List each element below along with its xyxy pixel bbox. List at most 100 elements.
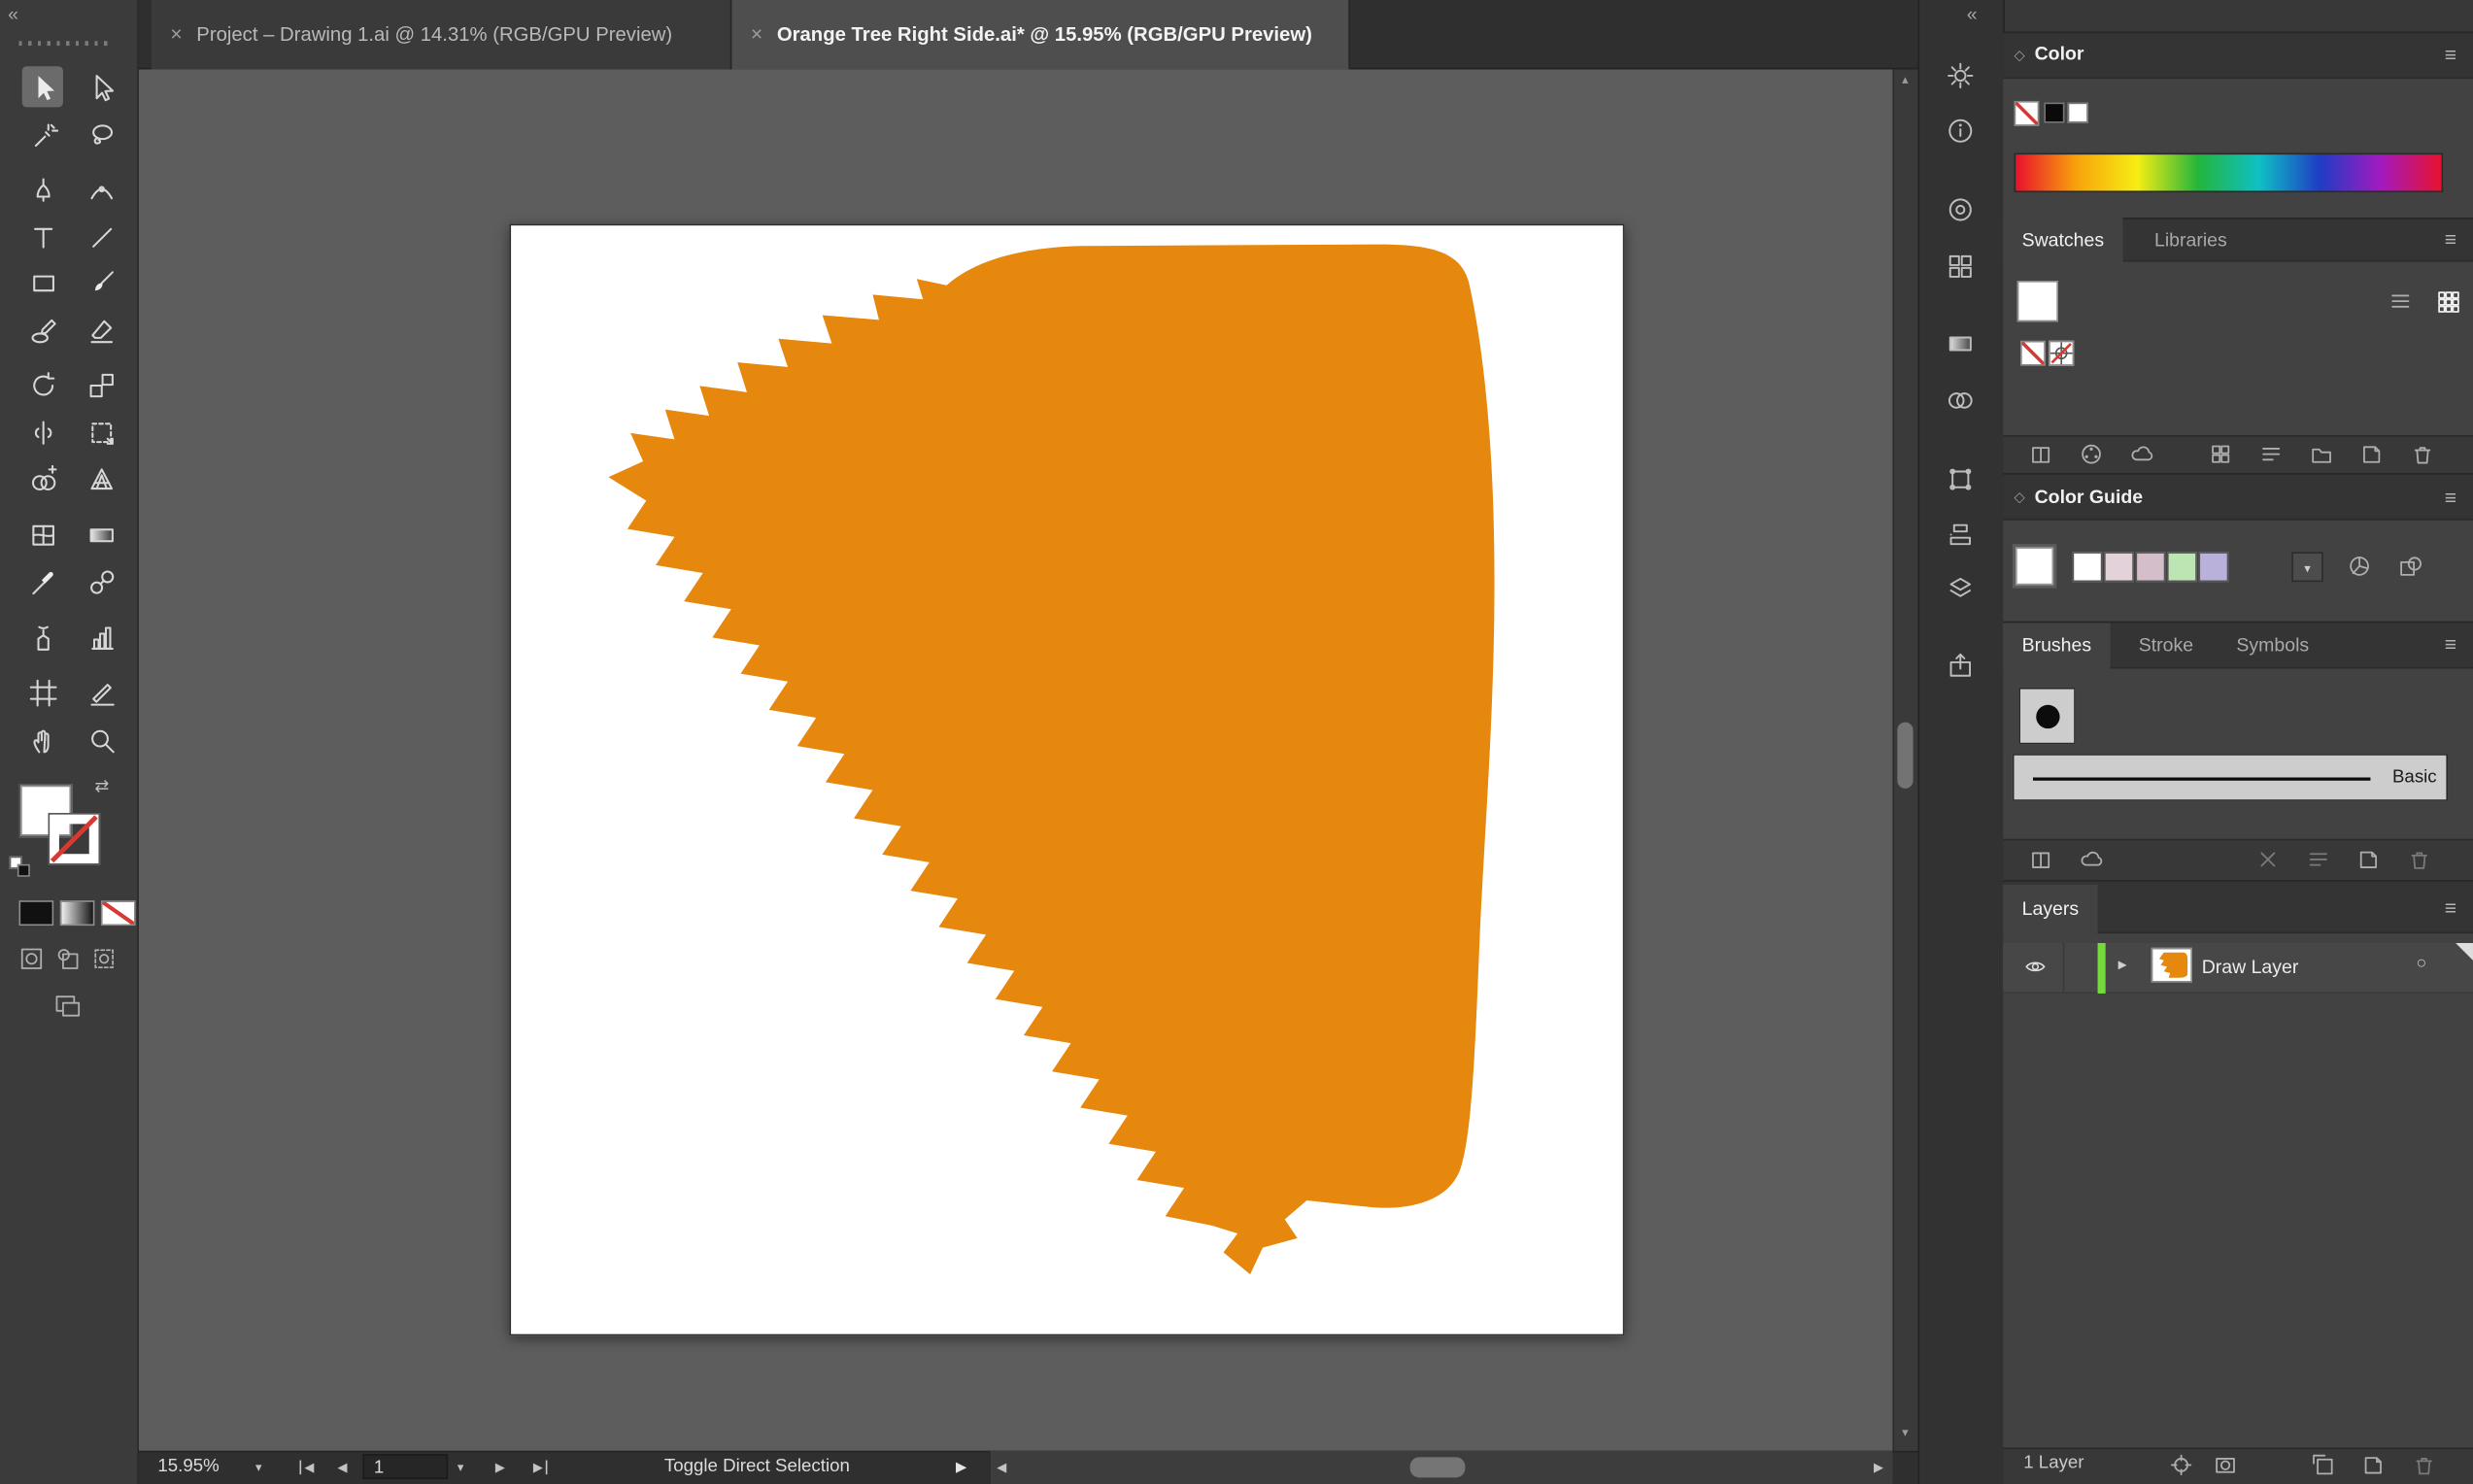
orange-tree-shape[interactable]	[511, 225, 1623, 1333]
new-sublayer-icon[interactable]	[2311, 1452, 2336, 1477]
new-swatch-icon[interactable]	[2359, 442, 2385, 467]
brush-cc-libraries-icon[interactable]	[2079, 847, 2104, 872]
draw-behind-icon[interactable]	[55, 946, 81, 971]
zoom-level[interactable]: 15.95%	[157, 1451, 219, 1484]
width-tool[interactable]	[22, 412, 63, 453]
none-mode-button[interactable]	[101, 900, 136, 926]
last-artboard-button[interactable]: ▶	[533, 1451, 551, 1484]
horizontal-scrollbar-thumb[interactable]	[1410, 1457, 1466, 1477]
direct-selection-tool[interactable]	[81, 66, 121, 107]
eyedropper-tool[interactable]	[22, 561, 63, 602]
hand-tool[interactable]	[22, 719, 63, 759]
scroll-down-icon[interactable]: ▾	[1892, 1426, 1917, 1440]
scroll-right-icon[interactable]: ▶	[1874, 1451, 1883, 1484]
line-segment-tool[interactable]	[81, 216, 121, 256]
color-none-swatch[interactable]	[2014, 101, 2039, 126]
appearance-panel-icon[interactable]	[1947, 61, 1975, 89]
swatches-panel-menu-icon[interactable]: ≡	[2445, 227, 2456, 251]
brush-libraries-icon[interactable]	[2028, 847, 2053, 872]
brush-options-icon[interactable]	[2306, 847, 2331, 872]
swatch-none[interactable]	[2020, 341, 2046, 366]
tab-stroke[interactable]: Stroke	[2119, 623, 2212, 668]
limit-color-group-icon[interactable]	[2347, 554, 2372, 579]
align-panel-icon[interactable]	[1947, 521, 1975, 549]
panel-collapse-icon[interactable]: ◇	[2014, 48, 2024, 65]
tab-layers[interactable]: Layers	[2003, 885, 2097, 933]
eraser-tool[interactable]	[81, 309, 121, 350]
color-guide-panel-menu-icon[interactable]: ≡	[2445, 486, 2456, 509]
scroll-left-icon[interactable]: ◀	[997, 1451, 1006, 1484]
brush-basic-item[interactable]: Basic	[2013, 754, 2448, 801]
remove-brush-stroke-icon[interactable]	[2255, 847, 2281, 872]
edit-colors-icon[interactable]	[2397, 554, 2422, 579]
transform-panel-icon[interactable]	[1947, 465, 1975, 493]
swap-fill-stroke-icon[interactable]: ⇄	[94, 776, 109, 796]
draw-inside-icon[interactable]	[91, 946, 117, 971]
gradient-panel-icon[interactable]	[1947, 329, 1975, 357]
swatches-list-view-icon[interactable]	[2388, 288, 2413, 314]
panel-collapse-icon[interactable]: ◇	[2014, 489, 2024, 506]
curvature-tool[interactable]	[81, 169, 121, 210]
swatches-grid-view-icon[interactable]	[2435, 288, 2460, 314]
stroke-color-swatch[interactable]	[48, 812, 101, 865]
toolbar-collapse-icon[interactable]: «	[8, 3, 18, 25]
scroll-up-icon[interactable]: ▴	[1892, 73, 1917, 87]
guide-base-color-swatch[interactable]	[2016, 547, 2053, 585]
color-spectrum-bar[interactable]	[2014, 153, 2443, 193]
layer-name-label[interactable]: Draw Layer	[2202, 956, 2299, 978]
artboard-dropdown-icon[interactable]: ▾	[457, 1451, 464, 1484]
swatch-registration[interactable]	[2049, 341, 2074, 366]
export-panel-icon[interactable]	[1947, 652, 1975, 680]
zoom-dropdown-icon[interactable]: ▾	[255, 1451, 262, 1484]
new-brush-icon[interactable]	[2356, 847, 2382, 872]
document-tab-inactive[interactable]: × Project – Drawing 1.ai @ 14.31% (RGB/G…	[152, 0, 732, 69]
rotate-tool[interactable]	[22, 364, 63, 405]
guide-swatch[interactable]	[2167, 552, 2197, 582]
symbol-sprayer-tool[interactable]	[22, 617, 63, 658]
libraries-sync-icon[interactable]	[2129, 442, 2154, 467]
tab-brushes[interactable]: Brushes	[2003, 623, 2110, 668]
tab-close-icon[interactable]: ×	[751, 0, 762, 69]
tab-symbols[interactable]: Symbols	[2218, 623, 2328, 668]
strip-expand-icon[interactable]: «	[1967, 3, 1978, 25]
selection-tool[interactable]	[22, 66, 63, 107]
guide-variations-dropdown[interactable]: ▾	[2291, 552, 2322, 582]
blend-tool[interactable]	[81, 561, 121, 602]
new-layer-icon[interactable]	[2361, 1452, 2387, 1477]
guide-swatch[interactable]	[2198, 552, 2228, 582]
swatch-kinds-icon[interactable]	[2208, 442, 2233, 467]
delete-layer-icon[interactable]	[2412, 1452, 2437, 1477]
transparency-panel-icon[interactable]	[1947, 387, 1975, 415]
paintbrush-tool[interactable]	[81, 262, 121, 303]
make-clipping-mask-icon[interactable]	[2213, 1452, 2238, 1477]
brushes-panel-menu-icon[interactable]: ≡	[2445, 632, 2456, 656]
layer-visibility-eye-icon[interactable]	[2022, 956, 2050, 978]
swatch-libraries-icon[interactable]	[2028, 442, 2053, 467]
previous-artboard-button[interactable]: ◀	[337, 1451, 347, 1484]
perspective-grid-tool[interactable]	[81, 457, 121, 498]
toolbar-drag-handle[interactable]	[18, 41, 110, 46]
first-artboard-button[interactable]: ◀	[296, 1451, 314, 1484]
guide-swatch[interactable]	[2073, 552, 2103, 582]
delete-brush-icon[interactable]	[2407, 847, 2432, 872]
info-panel-icon[interactable]	[1947, 117, 1975, 145]
color-panel-menu-icon[interactable]: ≡	[2445, 43, 2456, 66]
vertical-scrollbar-thumb[interactable]	[1897, 723, 1913, 789]
swatch-white[interactable]	[2017, 281, 2058, 321]
lasso-tool[interactable]	[81, 114, 121, 154]
locate-object-icon[interactable]	[2169, 1452, 2194, 1477]
mesh-tool[interactable]	[22, 514, 63, 555]
guide-swatch[interactable]	[2136, 552, 2166, 582]
shaper-tool[interactable]	[22, 309, 63, 350]
delete-swatch-icon[interactable]	[2410, 442, 2435, 467]
layer-thumbnail[interactable]	[2151, 948, 2192, 983]
draw-normal-icon[interactable]	[18, 946, 44, 971]
screen-mode-icon[interactable]	[48, 994, 88, 1019]
free-transform-tool[interactable]	[81, 412, 121, 453]
swatches-panel-icon[interactable]	[1947, 253, 1975, 281]
color-white-swatch[interactable]	[2068, 103, 2088, 123]
swatch-options-icon[interactable]	[2258, 442, 2284, 467]
color-black-swatch[interactable]	[2044, 103, 2064, 123]
brush-dot-item[interactable]	[2018, 688, 2075, 744]
horizontal-scrollbar[interactable]: ◀ ▶	[989, 1451, 1892, 1484]
